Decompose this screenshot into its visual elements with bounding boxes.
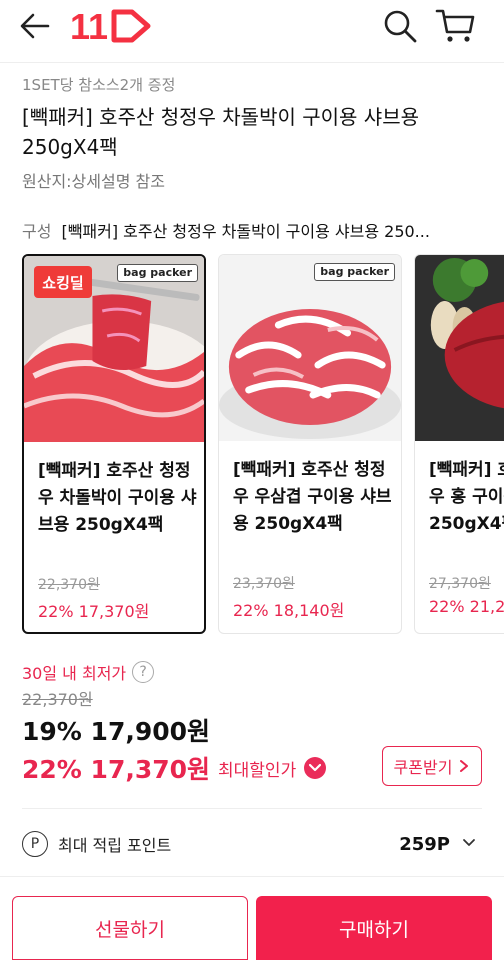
card-name: [빽패커] 호주산 청정우 우삼겹 구이용 샤브용 250gX4팩 [233,460,392,534]
option-card[interactable]: 쇼킹딜 bag packer [빽패커] 호주산 청정우 차돌박이 구이용 샤브… [22,254,206,634]
brand-tag: bag packer [314,263,395,281]
point-icon: P [22,831,48,857]
brand-tag: bag packer [117,264,198,282]
promo-text: 1SET당 참소스2개 증정 [22,76,176,94]
points-label: 최대 적립 포인트 [58,836,172,855]
coupon-label: 쿠폰받기 [393,758,453,777]
card-orig-price: 23,370원 [233,576,295,592]
help-icon[interactable]: ? [132,661,155,683]
card-orig-price: 22,370원 [38,577,100,593]
top-header: 11 [0,0,504,56]
points-value: 259P [399,833,450,855]
bottom-action-bar: 선물하기 구매하기 [0,884,504,960]
chevron-right-icon [460,760,469,772]
option-card[interactable]: [빽패커] 호주산 청정우 홍 구이용 육 250gX4팩 27,370원 22… [414,254,504,634]
search-icon[interactable] [382,8,418,44]
gift-button[interactable]: 선물하기 [12,896,248,960]
section-divider [22,808,482,809]
svg-text:11: 11 [70,8,108,44]
discount-price: 19% 17,900원 [22,717,211,746]
card-sale-price: 22% 17,370원 [38,602,150,621]
product-title: [빽패커] 호주산 청정우 차돌박이 구이용 샤브용 250gX4팩 [22,105,419,159]
card-orig-price: 27,370원 [429,576,491,592]
back-arrow-icon[interactable] [18,10,54,42]
list-price: 22,370원 [22,690,93,709]
header-divider [0,62,504,63]
card-name: [빽패커] 호주산 청정우 홍 구이용 육 250gX4팩 [429,460,504,534]
card-sale-price: 22% 21,2 [429,597,504,616]
max-discount-price: 22% 17,370원 최대할인가 [22,750,327,786]
section-divider [0,876,504,877]
composition-row: 구성 [빽패커] 호주산 청정우 차돌박이 구이용 샤브용 250... [22,218,504,242]
card-name: [빽패커] 호주산 청정우 차돌박이 구이용 샤브용 250gX4팩 [38,461,197,535]
site-logo[interactable]: 11 [70,6,152,47]
origin-text: 원산지:상세설명 참조 [22,172,165,191]
cart-icon[interactable] [434,6,476,44]
lowest-30-days-label: 30일 내 최저가 [22,664,127,683]
product-image [415,255,504,441]
shocking-deal-badge: 쇼킹딜 [34,266,92,298]
get-coupon-button[interactable]: 쿠폰받기 [382,746,482,786]
chevron-down-circle-icon[interactable] [304,757,327,779]
chevron-down-icon[interactable] [462,836,476,850]
product-image [219,255,401,441]
card-sale-price: 22% 18,140원 [233,601,345,620]
option-card[interactable]: bag packer [빽패커] 호주산 청정우 우삼겹 구이용 샤브용 250… [218,254,402,634]
composition-label: 구성 [22,222,52,241]
buy-button[interactable]: 구매하기 [256,896,492,960]
max-discount-value: 22% 17,370원 [22,755,211,784]
composition-value: [빽패커] 호주산 청정우 차돌박이 구이용 샤브용 250... [61,222,430,241]
points-row[interactable]: P 최대 적립 포인트 259P [22,826,482,862]
lowest-30-days: 30일 내 최저가 ? [22,660,155,684]
option-carousel[interactable]: 쇼킹딜 bag packer [빽패커] 호주산 청정우 차돌박이 구이용 샤브… [22,254,504,634]
max-discount-label: 최대할인가 [218,760,297,781]
